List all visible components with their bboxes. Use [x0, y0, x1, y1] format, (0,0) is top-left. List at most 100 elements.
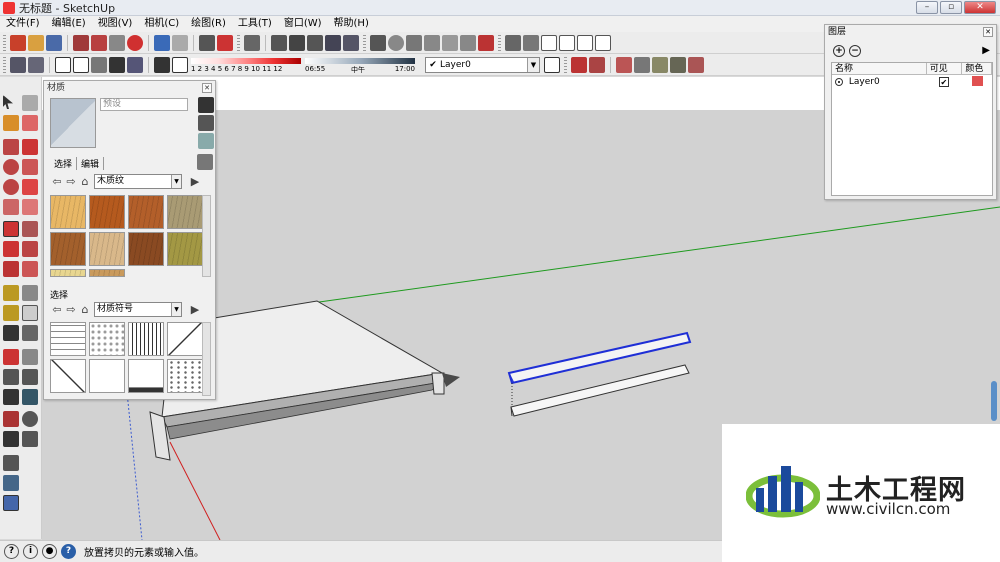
material-swatch[interactable] — [89, 269, 125, 277]
model-info-icon[interactable] — [217, 34, 233, 51]
rectangle-tool-icon[interactable] — [307, 34, 323, 51]
back-arrow-icon[interactable]: ⇦ — [50, 175, 64, 188]
orbit-tool-icon[interactable] — [3, 349, 19, 365]
material-swatch[interactable] — [50, 269, 86, 277]
monochrome-icon[interactable] — [127, 56, 143, 73]
material-swatch[interactable] — [89, 232, 125, 266]
menu-file[interactable]: 文件(F) — [0, 16, 46, 32]
move-icon[interactable] — [3, 221, 19, 237]
material-swatch[interactable] — [167, 359, 203, 393]
material-swatch[interactable] — [128, 359, 164, 393]
chevron-down-icon[interactable]: ▼ — [171, 302, 181, 316]
pattern-scrollbar[interactable] — [202, 322, 211, 396]
active-layer-radio[interactable] — [835, 77, 843, 86]
xray-icon[interactable] — [10, 56, 26, 73]
display-secondary-icon[interactable] — [198, 97, 214, 113]
library-dropdown-secondary[interactable]: 材质符号 ▼ — [94, 301, 182, 317]
delete-layer-icon[interactable]: − — [849, 45, 861, 57]
sandbox-from-contours-icon[interactable] — [571, 56, 587, 73]
material-swatch[interactable] — [128, 322, 164, 356]
col-visible[interactable]: 可见 — [927, 63, 963, 74]
toolbar-grip[interactable] — [498, 34, 501, 51]
flip-edge-icon[interactable] — [688, 56, 704, 73]
line-pencil-icon[interactable] — [22, 139, 38, 155]
toolbar-grip[interactable] — [3, 56, 6, 73]
zoom-extents-icon[interactable] — [478, 34, 494, 51]
three-point-arc-icon[interactable] — [22, 199, 38, 215]
menu-tools[interactable]: 工具(T) — [232, 16, 278, 32]
menu-draw[interactable]: 绘图(R) — [185, 16, 232, 32]
credits-icon[interactable]: i — [23, 544, 38, 559]
zoom-extents-tool-icon[interactable] — [3, 389, 19, 405]
material-swatch[interactable] — [50, 195, 86, 229]
help-icon[interactable]: ? — [61, 544, 76, 559]
tape-measure-icon[interactable] — [3, 285, 19, 301]
toolbar-grip[interactable] — [3, 34, 6, 51]
geo-location-icon[interactable]: ? — [4, 544, 19, 559]
user-icon[interactable]: ● — [42, 544, 57, 559]
add-location-icon[interactable] — [3, 455, 19, 471]
visible-checkbox[interactable]: ✔ — [938, 76, 949, 87]
layer-manager-icon[interactable] — [544, 56, 560, 73]
pie-icon[interactable] — [3, 199, 19, 215]
toggle-terrain-icon[interactable] — [3, 475, 19, 491]
zoom-window-icon[interactable] — [424, 34, 440, 51]
freehand-icon[interactable] — [22, 159, 38, 175]
erase-icon[interactable] — [127, 34, 143, 51]
material-name-input[interactable]: 预设 — [100, 98, 188, 111]
details-arrow-icon[interactable]: ▶ — [188, 175, 202, 188]
layer-color-swatch[interactable] — [972, 75, 984, 86]
push-pull-tool-icon[interactable] — [22, 221, 38, 237]
iso-view-icon[interactable] — [505, 34, 521, 51]
paste-icon[interactable] — [109, 34, 125, 51]
position-camera-icon[interactable] — [3, 411, 19, 427]
back-arrow-icon[interactable]: ⇦ — [50, 303, 64, 316]
col-color[interactable]: 颜色 — [962, 63, 992, 74]
previous-view-icon[interactable] — [442, 34, 458, 51]
polygon-icon[interactable] — [3, 179, 19, 195]
arc-icon[interactable] — [22, 179, 38, 195]
move-tool-icon[interactable] — [343, 34, 359, 51]
push-pull-icon[interactable] — [325, 34, 341, 51]
chevron-down-icon[interactable]: ▼ — [527, 57, 539, 72]
tab-edit[interactable]: 编辑 — [77, 157, 105, 170]
swatch-scrollbar[interactable] — [202, 195, 211, 277]
front-view-icon[interactable] — [541, 34, 557, 51]
cut-icon[interactable] — [73, 34, 89, 51]
undo-icon[interactable] — [154, 34, 170, 51]
toolbar-grip[interactable] — [237, 34, 240, 51]
hidden-line-icon[interactable] — [73, 56, 89, 73]
material-swatch[interactable] — [50, 359, 86, 393]
menu-window[interactable]: 窗口(W) — [278, 16, 328, 32]
make-component-tool-icon[interactable] — [22, 95, 38, 111]
material-swatch[interactable] — [167, 232, 203, 266]
paint-bucket-tool-icon[interactable] — [3, 115, 19, 131]
pan-icon[interactable] — [388, 34, 404, 51]
menu-camera[interactable]: 相机(C) — [138, 16, 185, 32]
shaded-textures-icon[interactable] — [109, 56, 125, 73]
material-swatch[interactable] — [50, 232, 86, 266]
shaded-icon[interactable] — [91, 56, 107, 73]
material-swatch[interactable] — [89, 322, 125, 356]
zoom-icon[interactable] — [406, 34, 422, 51]
home-icon[interactable]: ⌂ — [78, 303, 92, 316]
table-row[interactable]: Layer0 ✔ — [832, 75, 992, 89]
back-edges-icon[interactable] — [28, 56, 44, 73]
next-view-icon[interactable] — [460, 34, 476, 51]
left-view-icon[interactable] — [595, 34, 611, 51]
print-icon[interactable] — [199, 34, 215, 51]
walk-icon[interactable] — [3, 431, 19, 447]
3d-text-icon[interactable] — [22, 325, 38, 341]
scale-icon[interactable] — [3, 261, 19, 277]
offset-icon[interactable] — [22, 261, 38, 277]
sandbox-from-scratch-icon[interactable] — [589, 56, 605, 73]
eraser-tool-icon[interactable] — [289, 34, 305, 51]
close-icon[interactable]: ✕ — [983, 27, 993, 37]
close-icon[interactable]: ✕ — [964, 1, 996, 14]
current-layer-dropdown[interactable]: ✔ Layer0 ▼ — [425, 56, 540, 73]
material-swatch[interactable] — [89, 195, 125, 229]
material-swatch[interactable] — [128, 195, 164, 229]
pan-hand-icon[interactable] — [22, 349, 38, 365]
text-icon[interactable] — [22, 305, 38, 321]
section-plane-icon[interactable] — [22, 431, 38, 447]
